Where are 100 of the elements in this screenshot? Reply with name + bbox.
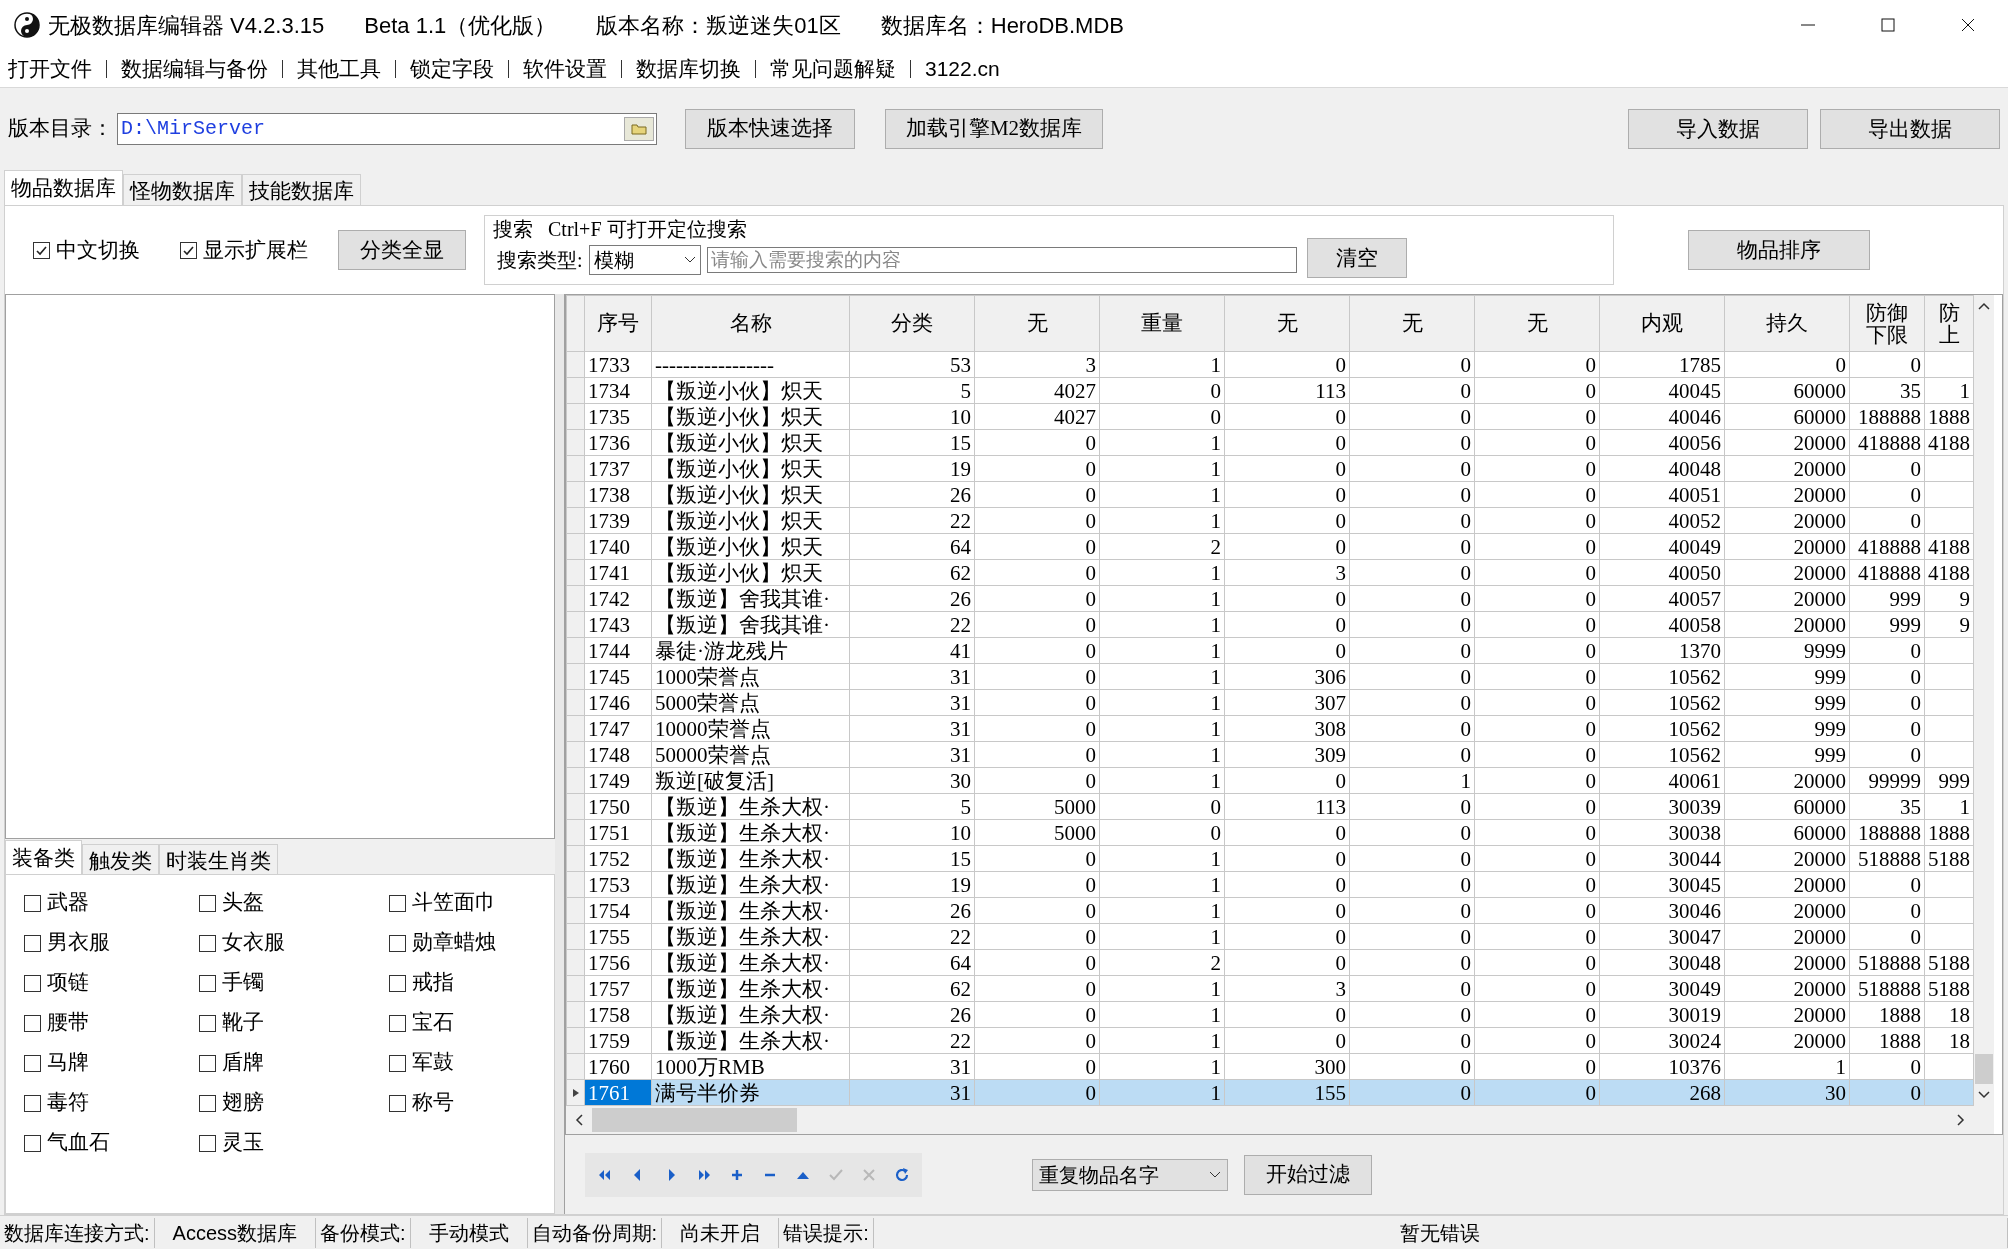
button[interactable]: 清空	[1306, 238, 1407, 278]
checkbox[interactable]	[389, 1014, 406, 1032]
button[interactable]: 加载引擎M2数据库	[885, 109, 1103, 149]
checkbox[interactable]	[24, 1094, 41, 1112]
checkbox[interactable]	[199, 934, 216, 952]
table-row[interactable]: 1754 【叛逆】生杀大权· 26 0 1 0 0 0 30046 20000 0	[566, 897, 1974, 924]
item-list[interactable]	[5, 294, 555, 839]
table-row[interactable]: 1753 【叛逆】生杀大权· 19 0 1 0 0 0 30045 20000 0	[566, 871, 1974, 898]
checkbox[interactable]	[24, 1134, 41, 1152]
tab[interactable]: 物品数据库	[4, 170, 123, 205]
search-field[interactable]: 请输入需要搜索的内容	[706, 247, 1297, 273]
column-header[interactable]: 分类	[849, 295, 975, 352]
tab[interactable]: 装备类	[5, 840, 82, 874]
table-row[interactable]: 1743 【叛逆】舍我其谁· 22 0 1 0 0 0 40058 20000 999 9	[566, 611, 1974, 638]
table-row[interactable]: 1759 【叛逆】生杀大权· 22 0 1 0 0 0 30024 20000 1888 18	[566, 1027, 1974, 1054]
menu-item[interactable]: 数据编辑与备份	[121, 52, 268, 85]
folder-button[interactable]	[624, 117, 654, 141]
table-row[interactable]: 1744 暴徒·游龙残片 41 0 1 0 0 0 1370 9999 0	[566, 637, 1974, 664]
table-row[interactable]: 1736 【叛逆小伙】炽天 15 0 1 0 0 0 40056 20000 418888 4188	[566, 429, 1974, 456]
menu-item[interactable]: 软件设置	[523, 52, 607, 85]
table-cell: 0	[974, 715, 1100, 742]
checkbox[interactable]	[24, 1054, 41, 1072]
menu-item[interactable]: 数据库切换	[636, 52, 741, 85]
tab[interactable]: 怪物数据库	[123, 174, 242, 205]
directory-field[interactable]: D:\MirServer	[117, 113, 657, 145]
table-row[interactable]: 1740 【叛逆小伙】炽天 64 0 2 0 0 0 40049 20000 418888 4188	[566, 533, 1974, 560]
search-type-dropdown[interactable]: 模糊	[588, 245, 701, 275]
checkbox[interactable]	[180, 241, 197, 259]
table-row[interactable]: 1745 1000荣誉点 31 0 1 306 0 0 10562 999 0	[566, 663, 1974, 690]
column-header[interactable]: 持久	[1724, 295, 1850, 352]
button[interactable]: 开始过滤	[1244, 1154, 1372, 1195]
table-cell: 0	[1349, 403, 1475, 430]
checkbox[interactable]	[199, 1134, 216, 1152]
tab[interactable]: 技能数据库	[242, 174, 361, 205]
column-header[interactable]: 无	[974, 295, 1100, 352]
column-header[interactable]: 防御下限	[1849, 295, 1925, 352]
menu-item[interactable]: 锁定字段	[410, 52, 494, 85]
table-row[interactable]: 1758 【叛逆】生杀大权· 26 0 1 0 0 0 30019 20000 1888 18	[566, 1001, 1974, 1028]
checkbox[interactable]	[33, 241, 50, 259]
menu-item[interactable]: 3122.cn	[925, 52, 1000, 85]
button[interactable]: 导出数据	[1820, 109, 2000, 149]
checkbox[interactable]	[199, 1094, 216, 1112]
corner-header[interactable]	[566, 295, 585, 352]
column-header[interactable]: 序号	[584, 295, 652, 352]
table-row[interactable]: 1737 【叛逆小伙】炽天 19 0 1 0 0 0 40048 20000 0	[566, 455, 1974, 482]
column-header[interactable]: 防上	[1924, 295, 1974, 352]
table-row[interactable]: 1748 50000荣誉点 31 0 1 309 0 0 10562 999 0	[566, 741, 1974, 768]
tab[interactable]: 时装生肖类	[159, 844, 278, 874]
button[interactable]: 分类全显	[338, 230, 466, 270]
column-header[interactable]: 无	[1224, 295, 1350, 352]
column-header[interactable]: 内观	[1599, 295, 1725, 352]
button[interactable]: 物品排序	[1688, 230, 1870, 270]
table-row[interactable]: 1747 10000荣誉点 31 0 1 308 0 0 10562 999 0	[566, 715, 1974, 742]
menu-item[interactable]: 常见问题解疑	[770, 52, 896, 85]
table-row[interactable]: 1756 【叛逆】生杀大权· 64 0 2 0 0 0 30048 20000 518888 5188	[566, 949, 1974, 976]
row-header[interactable]	[566, 1079, 585, 1106]
checkbox[interactable]	[199, 1014, 216, 1032]
checkbox[interactable]	[24, 934, 41, 952]
checkbox[interactable]	[24, 894, 41, 912]
table-row[interactable]: 1760 1000万RMB 31 0 1 300 0 0 10376 1 0	[566, 1053, 1974, 1080]
table-row[interactable]: 1752 【叛逆】生杀大权· 15 0 1 0 0 0 30044 20000 518888 5188	[566, 845, 1974, 872]
table-row[interactable]: 1734 【叛逆小伙】炽天 5 4027 0 113 0 0 40045 60000 35 1	[566, 377, 1974, 404]
vertical-scrollbar[interactable]	[1974, 295, 1994, 1134]
table-row[interactable]: 1761 满号半价券 31 0 1 155 0 0 268 30 0	[566, 1079, 1974, 1106]
column-header[interactable]: 无	[1349, 295, 1475, 352]
menu-item[interactable]: 打开文件	[8, 52, 92, 85]
checkbox[interactable]	[199, 894, 216, 912]
checkbox[interactable]	[24, 974, 41, 992]
button[interactable]: 导入数据	[1628, 109, 1808, 149]
horizontal-scrollbar[interactable]	[566, 1106, 1974, 1134]
table-row[interactable]: 1746 5000荣誉点 31 0 1 307 0 0 10562 999 0	[566, 689, 1974, 716]
table-row[interactable]: 1739 【叛逆小伙】炽天 22 0 1 0 0 0 40052 20000 0	[566, 507, 1974, 534]
table-row[interactable]: 1750 【叛逆】生杀大权· 5 5000 0 113 0 0 30039 60000 35 1	[566, 793, 1974, 820]
table-row[interactable]: 1741 【叛逆小伙】炽天 62 0 1 3 0 0 40050 20000 418888 4188	[566, 559, 1974, 586]
table-row[interactable]: 1738 【叛逆小伙】炽天 26 0 1 0 0 0 40051 20000 0	[566, 481, 1974, 508]
filter-dropdown[interactable]: 重复物品名字	[1032, 1158, 1228, 1191]
checkbox[interactable]	[24, 1014, 41, 1032]
checkbox[interactable]	[389, 974, 406, 992]
menu-item[interactable]: 其他工具	[297, 52, 381, 85]
table-row[interactable]: 1735 【叛逆小伙】炽天 10 4027 0 0 0 0 40046 60000 188888 1888	[566, 403, 1974, 430]
checkbox[interactable]	[199, 1054, 216, 1072]
checkbox[interactable]	[199, 974, 216, 992]
tab[interactable]: 触发类	[82, 844, 159, 874]
table-row[interactable]: 1751 【叛逆】生杀大权· 10 5000 0 0 0 0 30038 60000 188888 1888	[566, 819, 1974, 846]
checkbox[interactable]	[389, 1094, 406, 1112]
button[interactable]: 版本快速选择	[685, 109, 855, 149]
table-row[interactable]: 1733 ----------------- 53 3 1 0 0 0 1785 0 0	[566, 351, 1974, 378]
table-cell: 999	[1849, 585, 1925, 612]
column-header[interactable]: 名称	[651, 295, 850, 352]
scrollbar-thumb[interactable]	[1975, 1054, 1993, 1084]
table-row[interactable]: 1757 【叛逆】生杀大权· 62 0 1 3 0 0 30049 20000 518888 5188	[566, 975, 1974, 1002]
column-header[interactable]: 无	[1474, 295, 1600, 352]
column-header[interactable]: 重量	[1099, 295, 1225, 352]
checkbox[interactable]	[389, 934, 406, 952]
table-row[interactable]: 1742 【叛逆】舍我其谁· 26 0 1 0 0 0 40057 20000 999 9	[566, 585, 1974, 612]
scrollbar-thumb[interactable]	[592, 1108, 797, 1132]
checkbox[interactable]	[389, 894, 406, 912]
checkbox[interactable]	[389, 1054, 406, 1072]
table-row[interactable]: 1755 【叛逆】生杀大权· 22 0 1 0 0 0 30047 20000 0	[566, 923, 1974, 950]
table-row[interactable]: 1749 叛逆[破复活] 30 0 1 0 1 0 40061 20000 99999 999	[566, 767, 1974, 794]
